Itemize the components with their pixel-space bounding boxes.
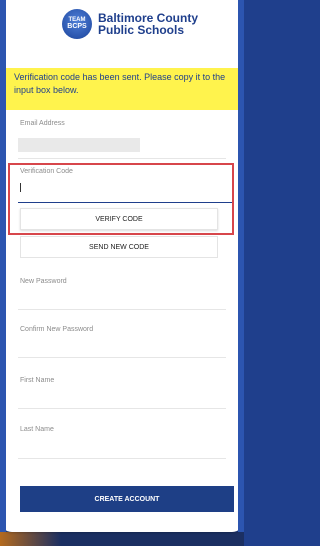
create-account-button[interactable]: CREATE ACCOUNT	[20, 486, 234, 512]
first-name-label: First Name	[20, 377, 55, 384]
last-name-input[interactable]	[18, 436, 232, 456]
confirm-password-underline	[18, 357, 226, 358]
verification-sent-banner: Verification code has been sent. Please …	[6, 68, 238, 110]
brand-name: Baltimore County Public Schools	[98, 12, 198, 36]
verification-code-input[interactable]	[18, 180, 232, 200]
signup-card: TEAM BCPS Baltimore County Public School…	[0, 0, 244, 532]
text-caret	[20, 183, 21, 192]
email-underline	[18, 158, 226, 159]
first-name-input[interactable]	[18, 387, 232, 407]
new-password-label: New Password	[20, 278, 67, 285]
team-bcps-badge-icon: TEAM BCPS	[62, 9, 92, 39]
brand-name-line-2: Public Schools	[98, 23, 185, 37]
last-name-label: Last Name	[20, 426, 54, 433]
bottom-strip	[0, 532, 244, 546]
confirm-password-label: Confirm New Password	[20, 326, 94, 333]
verification-code-label: Verification Code	[20, 168, 73, 175]
new-password-underline	[18, 309, 226, 310]
app-frame: TEAM BCPS Baltimore County Public School…	[0, 0, 244, 546]
send-new-code-button[interactable]: SEND NEW CODE	[20, 236, 218, 258]
verification-code-underline	[18, 202, 232, 203]
email-label: Email Address	[20, 120, 65, 127]
brand-logo: TEAM BCPS Baltimore County Public School…	[62, 8, 198, 40]
card-right-border	[238, 0, 244, 532]
first-name-underline	[18, 408, 226, 409]
new-password-input[interactable]	[18, 288, 232, 308]
last-name-underline	[18, 458, 226, 459]
badge-line-2: BCPS	[67, 23, 87, 31]
email-field[interactable]	[18, 138, 140, 152]
confirm-password-input[interactable]	[18, 336, 232, 356]
verify-code-button[interactable]: VERIFY CODE	[20, 208, 218, 230]
